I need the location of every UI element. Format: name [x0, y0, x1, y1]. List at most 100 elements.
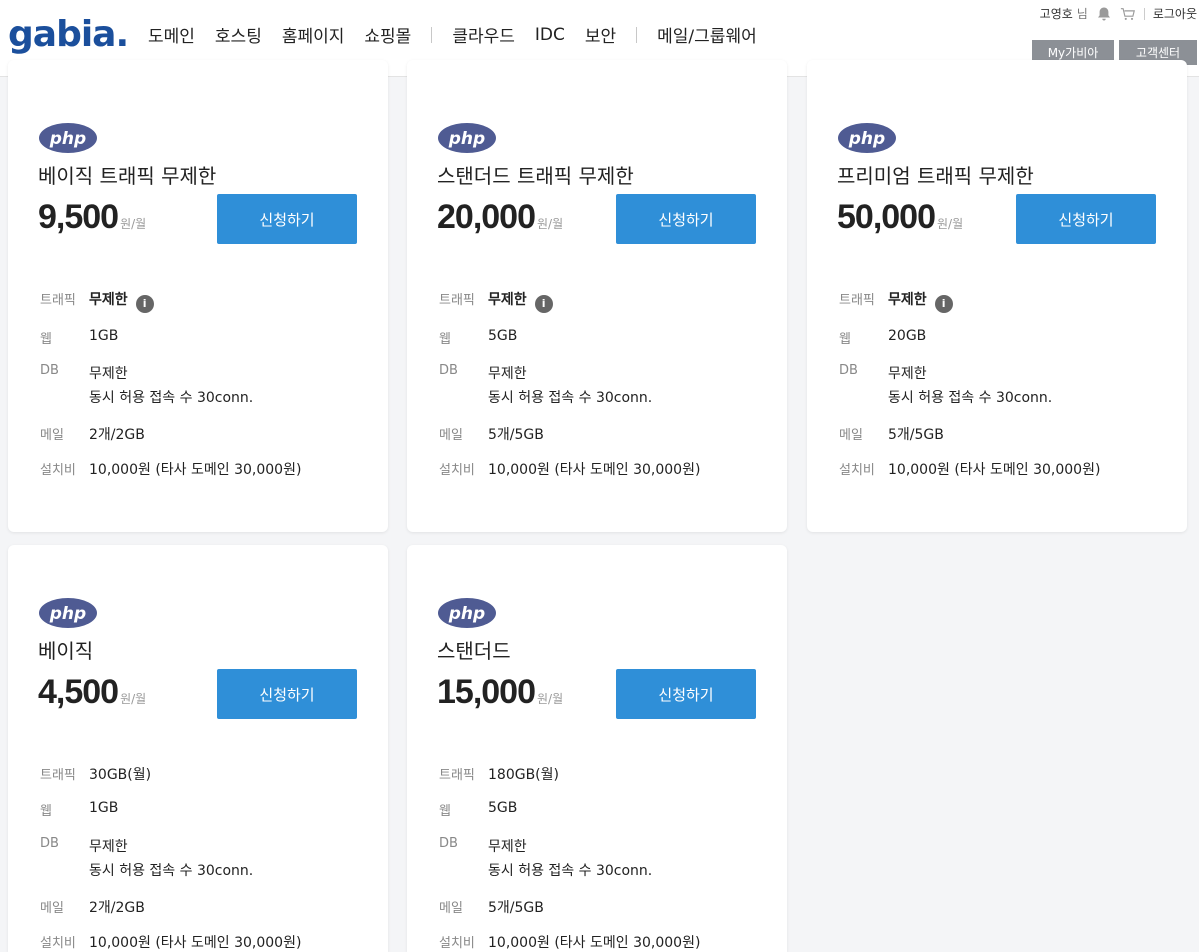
spec-label: 웹 — [439, 804, 451, 819]
nav-hosting[interactable]: 호스팅 — [215, 22, 262, 47]
spec-value: 2개/2GB — [89, 900, 145, 916]
nav-security[interactable]: 보안 — [585, 22, 616, 47]
spec-db-connections: 동시 허용 접속 수 30conn. — [888, 390, 1053, 406]
plan-card: php 베이직 트래픽 무제한 9,500 원/월 신청하기 트래픽 무제한 i … — [8, 60, 388, 532]
plan-name: 베이직 트래픽 무제한 — [38, 164, 217, 188]
spec-label: 트래픽 — [40, 768, 76, 783]
php-logo: php — [39, 598, 97, 628]
spec-value: 20GB — [888, 328, 927, 344]
spec-label: 웹 — [40, 804, 52, 819]
spec-value: 무제한 i — [488, 289, 553, 313]
nav-idc[interactable]: IDC — [535, 25, 565, 45]
spec-value: 무제한 — [89, 366, 128, 382]
apply-button[interactable]: 신청하기 — [217, 669, 357, 719]
spec-label: 메일 — [839, 428, 863, 443]
spec-value: 30GB(월) — [89, 767, 152, 783]
spec-label: 트래픽 — [439, 293, 475, 308]
main-nav: 도메인 호스팅 홈페이지 쇼핑몰 클라우드 IDC 보안 메일/그룹웨어 — [148, 22, 777, 48]
user-name[interactable]: 고영호 — [1040, 5, 1073, 22]
spec-label: 트래픽 — [40, 293, 76, 308]
spec-value: 무제한 — [888, 366, 927, 382]
info-icon[interactable]: i — [534, 295, 553, 313]
svg-text:php: php — [848, 129, 885, 149]
price-unit: 원/월 — [537, 217, 564, 231]
price-amount: 15,000 — [437, 673, 536, 711]
svg-text:php: php — [448, 129, 485, 149]
spec-value: 5개/5GB — [888, 427, 944, 443]
spec-value: 무제한 i — [888, 289, 953, 313]
cart-icon[interactable] — [1120, 6, 1136, 22]
plan-card: php 스탠더드 트래픽 무제한 20,000 원/월 신청하기 트래픽 무제한… — [407, 60, 787, 532]
nav-divider — [431, 26, 433, 43]
price-amount: 4,500 — [38, 673, 119, 711]
spec-value: 10,000원 (타사 도메인 30,000원) — [89, 935, 302, 951]
price-unit: 원/월 — [937, 217, 964, 231]
svg-text:php: php — [49, 604, 86, 624]
plan-name: 베이직 — [38, 639, 94, 663]
spec-label: DB — [40, 363, 59, 378]
price-unit: 원/월 — [120, 217, 147, 231]
spec-label: 웹 — [439, 332, 451, 347]
svg-text:gabia.: gabia. — [8, 14, 126, 55]
traffic-value: 무제한 — [888, 292, 927, 308]
nav-mail-groupware[interactable]: 메일/그룹웨어 — [657, 22, 757, 47]
spec-label: 웹 — [40, 332, 52, 347]
info-icon[interactable]: i — [135, 295, 154, 313]
apply-button[interactable]: 신청하기 — [217, 194, 357, 244]
spec-value: 10,000원 (타사 도메인 30,000원) — [888, 462, 1101, 478]
bell-icon[interactable] — [1096, 6, 1112, 22]
php-logo: php — [39, 123, 97, 153]
spec-value: 180GB(월) — [488, 767, 559, 783]
spec-value: 1GB — [89, 800, 119, 816]
gabia-logo[interactable]: gabia. — [8, 14, 126, 58]
user-suffix: 님 — [1076, 7, 1088, 21]
spec-label: DB — [439, 836, 458, 851]
spec-value: 10,000원 (타사 도메인 30,000원) — [89, 462, 302, 478]
spec-label: 메일 — [439, 428, 463, 443]
traffic-value: 무제한 — [89, 292, 128, 308]
nav-domain[interactable]: 도메인 — [148, 22, 195, 47]
nav-shoppingmall[interactable]: 쇼핑몰 — [364, 22, 411, 47]
spec-db-connections: 동시 허용 접속 수 30conn. — [488, 863, 653, 879]
plan-price: 50,000 원/월 — [837, 198, 963, 237]
spec-db-connections: 동시 허용 접속 수 30conn. — [89, 390, 254, 406]
svg-text:php: php — [448, 604, 485, 624]
nav-divider — [636, 26, 638, 43]
spec-label: 트래픽 — [439, 768, 475, 783]
nav-cloud[interactable]: 클라우드 — [452, 22, 515, 47]
spec-label: DB — [40, 836, 59, 851]
spec-value: 10,000원 (타사 도메인 30,000원) — [488, 935, 701, 951]
php-logo: php — [438, 598, 496, 628]
plan-name: 스탠더드 트래픽 무제한 — [437, 164, 634, 188]
spec-value: 2개/2GB — [89, 427, 145, 443]
spec-value: 1GB — [89, 328, 119, 344]
php-logo: php — [838, 123, 896, 153]
spec-label: 트래픽 — [839, 293, 875, 308]
plan-card: php 스탠더드 15,000 원/월 신청하기 트래픽 180GB(월) 웹 … — [407, 545, 787, 952]
spec-label: 메일 — [439, 901, 463, 916]
plan-name: 스탠더드 — [437, 639, 511, 663]
spec-value: 무제한 — [89, 839, 128, 855]
spec-label: DB — [439, 363, 458, 378]
apply-button[interactable]: 신청하기 — [616, 669, 756, 719]
logout-link[interactable]: 로그아웃 — [1153, 5, 1197, 22]
spec-label: 메일 — [40, 901, 64, 916]
spec-value: 무제한 i — [89, 289, 154, 313]
apply-button[interactable]: 신청하기 — [616, 194, 756, 244]
spec-value: 5개/5GB — [488, 900, 544, 916]
price-amount: 20,000 — [437, 198, 536, 236]
spec-label: 웹 — [839, 332, 851, 347]
info-icon[interactable]: i — [934, 295, 953, 313]
spec-label: 설치비 — [839, 463, 875, 478]
spec-db-connections: 동시 허용 접속 수 30conn. — [488, 390, 653, 406]
spec-value: 10,000원 (타사 도메인 30,000원) — [488, 462, 701, 478]
spec-value: 무제한 — [488, 839, 527, 855]
spec-value: 5개/5GB — [488, 427, 544, 443]
spec-label: 설치비 — [439, 463, 475, 478]
apply-button[interactable]: 신청하기 — [1016, 194, 1156, 244]
plan-price: 4,500 원/월 — [38, 673, 146, 712]
spec-label: DB — [839, 363, 858, 378]
price-amount: 50,000 — [837, 198, 936, 236]
util-divider — [1143, 7, 1145, 20]
nav-homepage[interactable]: 홈페이지 — [282, 22, 345, 47]
